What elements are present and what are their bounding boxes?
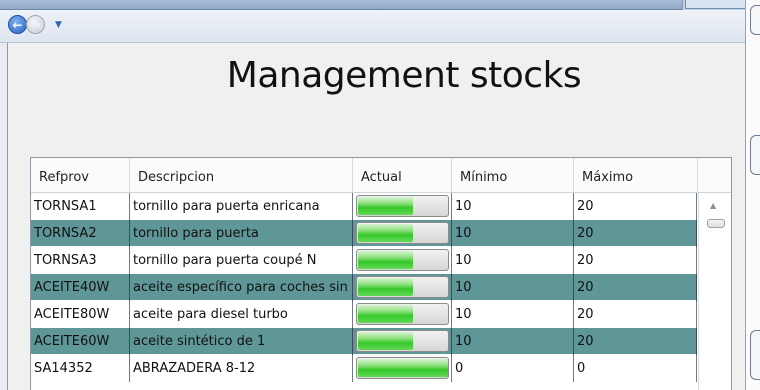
- actual-stock-cell[interactable]: [353, 301, 452, 328]
- progress-fill: [358, 197, 413, 215]
- refprov-cell[interactable]: TORNSA2: [31, 220, 130, 247]
- table-row[interactable]: TORNSA2 tornillo para puerta 10 20: [31, 220, 697, 247]
- page-content: Management stocks Refprov Descripcion Ac…: [9, 43, 745, 390]
- stock-progress-bar: [356, 222, 449, 244]
- vertical-scrollbar[interactable]: ▲: [698, 193, 731, 390]
- scroll-up-icon[interactable]: ▲: [710, 201, 716, 210]
- actual-stock-cell[interactable]: [353, 328, 452, 355]
- actual-stock-cell[interactable]: [353, 355, 452, 382]
- descripcion-cell[interactable]: aceite para diesel turbo: [130, 301, 353, 328]
- column-header-descripcion[interactable]: Descripcion: [130, 158, 353, 193]
- maximo-cell[interactable]: 20: [574, 193, 697, 220]
- column-header-refprov[interactable]: Refprov: [31, 158, 130, 193]
- progress-fill: [358, 359, 448, 377]
- back-arrow-icon: ←: [12, 17, 23, 32]
- minimo-cell[interactable]: 10: [452, 247, 574, 274]
- stock-progress-bar: [356, 330, 449, 352]
- minimo-cell[interactable]: 10: [452, 193, 574, 220]
- forward-arrow-icon: →: [30, 17, 41, 32]
- maximo-cell[interactable]: 20: [574, 274, 697, 301]
- refprov-cell[interactable]: ACEITE60W: [31, 328, 130, 355]
- page-title: Management stocks: [226, 55, 582, 96]
- grid-header: Refprov Descripcion Actual Mínimo Máximo: [31, 158, 731, 193]
- table-row[interactable]: TORNSA1 tornillo para puerta enricana 10 20: [31, 193, 697, 220]
- stock-progress-bar: [356, 195, 449, 217]
- maximo-cell[interactable]: 20: [574, 328, 697, 355]
- actual-stock-cell[interactable]: [353, 220, 452, 247]
- minimo-cell[interactable]: 10: [452, 274, 574, 301]
- table-row[interactable]: ACEITE40W aceite específico para coches s…: [31, 274, 697, 301]
- maximo-cell[interactable]: 20: [574, 220, 697, 247]
- descripcion-cell[interactable]: aceite sintético de 1: [130, 328, 353, 355]
- left-window-border: [0, 43, 8, 390]
- progress-fill: [358, 224, 413, 242]
- progress-fill: [358, 332, 413, 350]
- descripcion-cell[interactable]: tornillo para puerta enricana: [130, 193, 353, 220]
- stock-progress-bar: [356, 357, 449, 379]
- column-header-actual[interactable]: Actual: [353, 158, 452, 193]
- refprov-cell[interactable]: TORNSA3: [31, 247, 130, 274]
- stock-data-grid[interactable]: Refprov Descripcion Actual Mínimo Máximo…: [30, 157, 732, 390]
- actual-stock-cell[interactable]: [353, 247, 452, 274]
- progress-fill: [358, 251, 413, 269]
- column-header-minimo[interactable]: Mínimo: [452, 158, 574, 193]
- table-row[interactable]: ACEITE80W aceite para diesel turbo 10 20: [31, 301, 697, 328]
- forward-button[interactable]: →: [26, 15, 45, 34]
- window-title-bar: [0, 0, 760, 10]
- table-row[interactable]: ACEITE60W aceite sintético de 1 10 20: [31, 328, 697, 355]
- descripcion-cell[interactable]: tornillo para puerta coupé N: [130, 247, 353, 274]
- refprov-cell[interactable]: ACEITE80W: [31, 301, 130, 328]
- back-button[interactable]: ←: [8, 15, 27, 34]
- refprov-cell[interactable]: SA14352: [31, 355, 130, 382]
- descripcion-cell[interactable]: ABRAZADERA 8-12: [130, 355, 353, 382]
- maximo-cell[interactable]: 0: [574, 355, 697, 382]
- actual-stock-cell[interactable]: [353, 193, 452, 220]
- maximo-cell[interactable]: 20: [574, 301, 697, 328]
- descripcion-cell[interactable]: tornillo para puerta: [130, 220, 353, 247]
- progress-fill: [358, 278, 413, 296]
- navigation-bar: ← → ▼: [0, 10, 745, 43]
- table-row[interactable]: TORNSA3 tornillo para puerta coupé N 10 20: [31, 247, 697, 274]
- descripcion-cell[interactable]: aceite específico para coches sin: [130, 274, 353, 301]
- stock-progress-bar: [356, 276, 449, 298]
- navigation-history-dropdown-icon[interactable]: ▼: [55, 20, 62, 30]
- minimo-cell[interactable]: 10: [452, 301, 574, 328]
- refprov-cell[interactable]: TORNSA1: [31, 193, 130, 220]
- minimo-cell[interactable]: 10: [452, 220, 574, 247]
- maximo-cell[interactable]: 20: [574, 247, 697, 274]
- stock-progress-bar: [356, 303, 449, 325]
- actual-stock-cell[interactable]: [353, 274, 452, 301]
- progress-fill: [358, 305, 413, 323]
- table-row[interactable]: SA14352 ABRAZADERA 8-12 0 0: [31, 355, 697, 382]
- column-header-maximo[interactable]: Máximo: [574, 158, 698, 193]
- scrollbar-thumb[interactable]: [707, 219, 725, 228]
- refprov-cell[interactable]: ACEITE40W: [31, 274, 130, 301]
- stock-progress-bar: [356, 249, 449, 271]
- minimo-cell[interactable]: 10: [452, 328, 574, 355]
- minimo-cell[interactable]: 0: [452, 355, 574, 382]
